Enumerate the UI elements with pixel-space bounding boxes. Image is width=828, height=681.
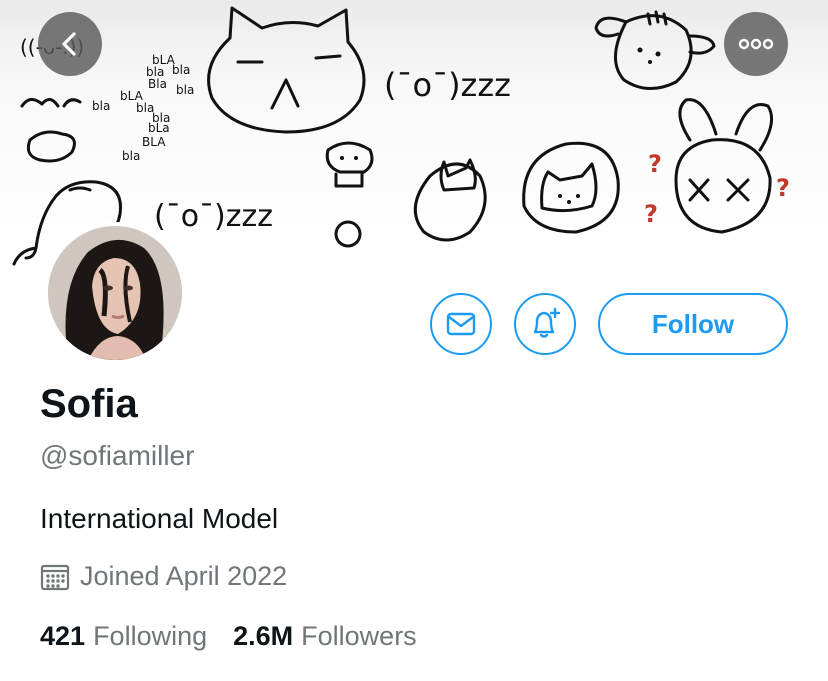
notifications-button[interactable] [514, 293, 576, 355]
following-label: Following [93, 621, 208, 651]
question-mark: ? [776, 174, 790, 202]
calendar-icon [40, 564, 70, 590]
following-count: 421 [40, 621, 86, 651]
chevron-left-icon [62, 32, 76, 56]
profile-bio: International Model [40, 503, 279, 534]
bla-word: bla [172, 63, 190, 77]
profile-stats: 421 Following 2.6M Followers [40, 621, 443, 652]
bla-word: bla [176, 83, 194, 97]
join-date: Joined April 2022 [40, 561, 287, 592]
mail-icon [446, 312, 476, 336]
back-button[interactable] [38, 12, 102, 76]
bla-word: Bla [148, 77, 167, 91]
follow-button[interactable]: Follow [598, 293, 788, 355]
question-mark: ? [648, 150, 662, 178]
avatar[interactable] [44, 222, 186, 364]
more-options-button[interactable] [724, 12, 788, 76]
followers-count: 2.6M [233, 621, 294, 651]
kaomoji-sleep-top: (¯o¯)zzz [384, 66, 511, 104]
more-horizontal-icon [738, 38, 774, 50]
followers-link[interactable]: 2.6M Followers [233, 621, 417, 652]
kaomoji-sleep-bottom: (¯o¯)zzz [154, 199, 273, 234]
bla-word: BLA [142, 135, 166, 149]
profile-name: Sofia [40, 382, 138, 426]
bla-word: bla [122, 149, 140, 163]
join-date-text: Joined April 2022 [80, 561, 288, 591]
followers-label: Followers [301, 621, 417, 651]
bla-word: bla [92, 99, 110, 113]
following-link[interactable]: 421 Following [40, 621, 207, 652]
profile-photo [48, 226, 182, 360]
profile-handle: @sofiamiller [40, 440, 195, 471]
question-mark: ? [644, 200, 658, 228]
message-button[interactable] [430, 293, 492, 355]
bla-word: bLa [148, 121, 170, 135]
bell-plus-icon [533, 307, 561, 338]
